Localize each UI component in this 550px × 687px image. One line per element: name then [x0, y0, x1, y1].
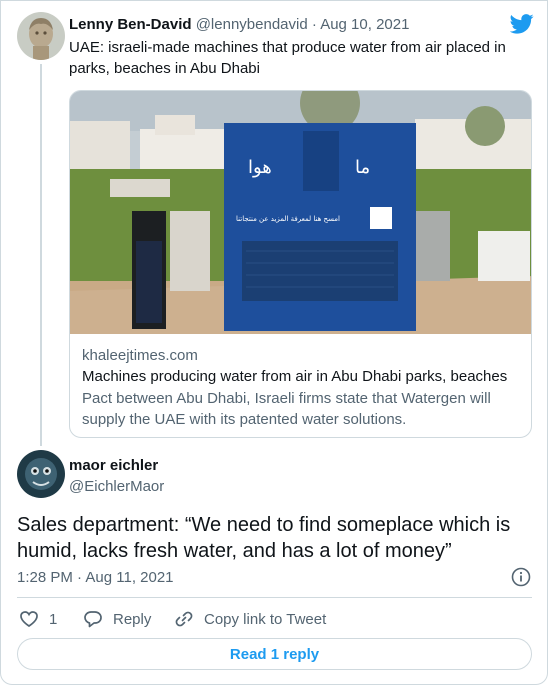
reply-icon — [84, 611, 102, 628]
reply-author-name[interactable]: maor eichler — [69, 457, 158, 474]
copy-link-label: Copy link to Tweet — [204, 610, 327, 628]
thread-line — [40, 64, 42, 446]
tweet-time: 1:28 PM — [17, 569, 73, 586]
avatar-lenny[interactable] — [17, 12, 65, 60]
link-card[interactable]: هوا ما امسح هنا لمعرفة المزيد عن منتجاتن… — [69, 90, 532, 438]
timestamp-separator: · — [77, 569, 83, 586]
tweet-date[interactable]: Aug 10, 2021 — [320, 16, 409, 33]
info-icon[interactable] — [511, 567, 531, 587]
like-button[interactable]: 1 — [19, 609, 57, 629]
tweet-timestamp[interactable]: 1:28 PM · Aug 11, 2021 — [17, 569, 174, 586]
quoted-tweet-text: UAE: israeli-made machines that produce … — [69, 39, 506, 77]
card-image-brand-arabic: هوا — [248, 157, 272, 178]
reply-tweet-text: Sales department: “We need to find somep… — [17, 514, 511, 562]
read-replies-button[interactable]: Read 1 reply — [17, 638, 532, 670]
divider — [17, 597, 532, 598]
twitter-bird-icon[interactable] — [509, 14, 534, 34]
card-image[interactable]: هوا ما امسح هنا لمعرفة المزيد عن منتجاتن… — [70, 91, 531, 334]
card-image-caption: امسح هنا لمعرفة المزيد عن منتجاتنا — [236, 215, 340, 223]
avatar-maor[interactable] — [17, 450, 65, 498]
card-title: Machines producing water from air in Abu… — [82, 368, 508, 385]
quoted-tweet-header: Lenny Ben-David @lennybendavid · Aug 10,… — [69, 16, 409, 33]
reply-label: Reply — [113, 610, 152, 628]
link-icon — [175, 611, 193, 627]
author-name[interactable]: Lenny Ben-David — [69, 16, 192, 33]
read-replies-label: Read 1 reply — [229, 645, 320, 663]
card-description: Pact between Abu Dhabi, Israeli firms st… — [82, 390, 491, 428]
header-separator: · — [311, 16, 317, 33]
reply-author-handle[interactable]: @EichlerMaor — [69, 478, 164, 495]
card-image-brand-latin: ما — [355, 157, 370, 178]
heart-icon — [20, 611, 38, 628]
author-handle[interactable]: @lennybendavid — [196, 16, 308, 33]
copy-link-button[interactable]: Copy link to Tweet — [174, 609, 326, 629]
tweet-date: Aug 11, 2021 — [85, 569, 174, 586]
like-count: 1 — [49, 610, 58, 628]
card-domain: khaleejtimes.com — [82, 347, 198, 364]
reply-button[interactable]: Reply — [83, 609, 151, 629]
